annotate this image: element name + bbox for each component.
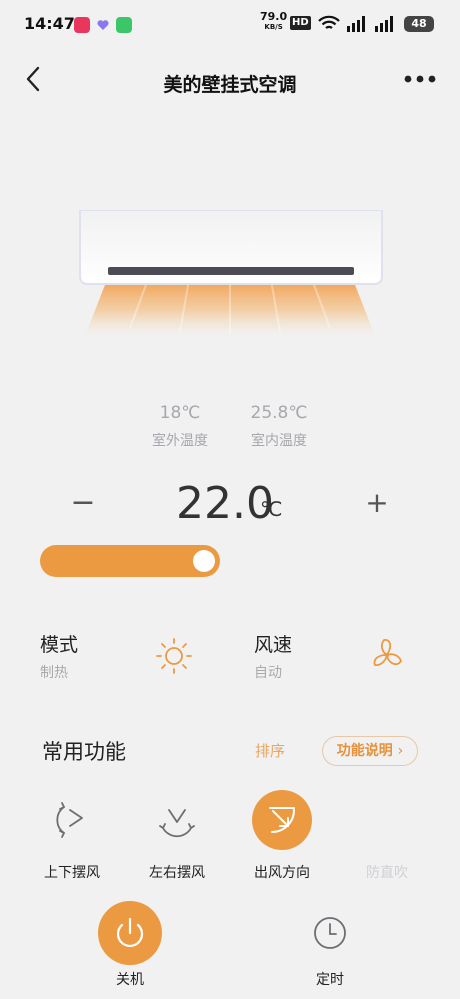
power-icon <box>116 917 144 947</box>
fan-speed-value: 自动 <box>254 665 282 681</box>
outdoor-temp-value: 18℃ <box>159 403 201 423</box>
anti-direct-blow-label[interactable]: 防直吹 <box>342 862 432 882</box>
network-speed-unit: KB/S <box>264 23 283 31</box>
mode-value: 制热 <box>40 665 68 681</box>
slider-knob[interactable] <box>193 550 215 572</box>
vertical-swing-icon <box>56 802 83 838</box>
vertical-swing-label: 上下摆风 <box>44 865 100 881</box>
airflow-direction-icon <box>269 807 295 833</box>
network-speed: 79.0 KB/S <box>260 11 287 32</box>
setpoint-unit: ℃ <box>260 497 283 521</box>
horizontal-swing-label: 左右摆风 <box>149 865 205 881</box>
page-title: 美的壁挂式空调 <box>163 74 297 96</box>
function-help-label: 功能说明 <box>336 743 393 759</box>
clock-icon <box>314 917 346 949</box>
airflow-direction-button[interactable] <box>252 790 312 850</box>
timer-label: 定时 <box>316 972 344 988</box>
power-toggle-slider[interactable] <box>40 545 220 577</box>
hd-badge: HD <box>290 16 311 30</box>
airflow-direction-label: 出风方向 <box>254 865 310 881</box>
indoor-temp-label: 室内温度 <box>251 433 307 449</box>
signal-icon-2 <box>373 15 397 37</box>
power-off-label: 关机 <box>116 972 144 988</box>
outdoor-temp-label: 室外温度 <box>152 433 208 449</box>
more-options-icon[interactable] <box>402 70 438 88</box>
chevron-right-icon: › <box>397 743 404 759</box>
sun-icon[interactable] <box>154 636 194 676</box>
horizontal-swing-button[interactable] <box>147 790 207 850</box>
common-functions-title: 常用功能 <box>42 740 126 764</box>
increase-temp-button[interactable]: + <box>364 488 390 518</box>
status-bar: 14:47 79.0 KB/S HD 48 <box>0 0 460 50</box>
timer-button[interactable] <box>310 913 350 953</box>
wifi-icon <box>318 15 340 35</box>
decrease-temp-button[interactable]: − <box>70 488 96 518</box>
app-notification-icon <box>74 17 90 33</box>
status-time: 14:47 <box>24 14 75 33</box>
horizontal-swing-icon <box>159 809 195 838</box>
chat-app-icon <box>116 17 132 33</box>
indoor-temp-value: 25.8℃ <box>250 403 308 423</box>
sort-link[interactable]: 排序 <box>255 740 285 761</box>
power-off-button[interactable] <box>98 901 162 965</box>
mode-title[interactable]: 模式 <box>40 630 78 657</box>
air-conditioner-illustration <box>78 209 384 286</box>
heart-icon <box>96 17 110 31</box>
fan-speed-title[interactable]: 风速 <box>254 630 292 657</box>
function-help-button[interactable]: 功能说明 › <box>322 736 418 766</box>
signal-icon <box>345 15 369 37</box>
vertical-swing-button[interactable] <box>42 790 102 850</box>
fan-icon[interactable] <box>366 634 408 676</box>
battery-indicator: 48 <box>404 16 434 32</box>
